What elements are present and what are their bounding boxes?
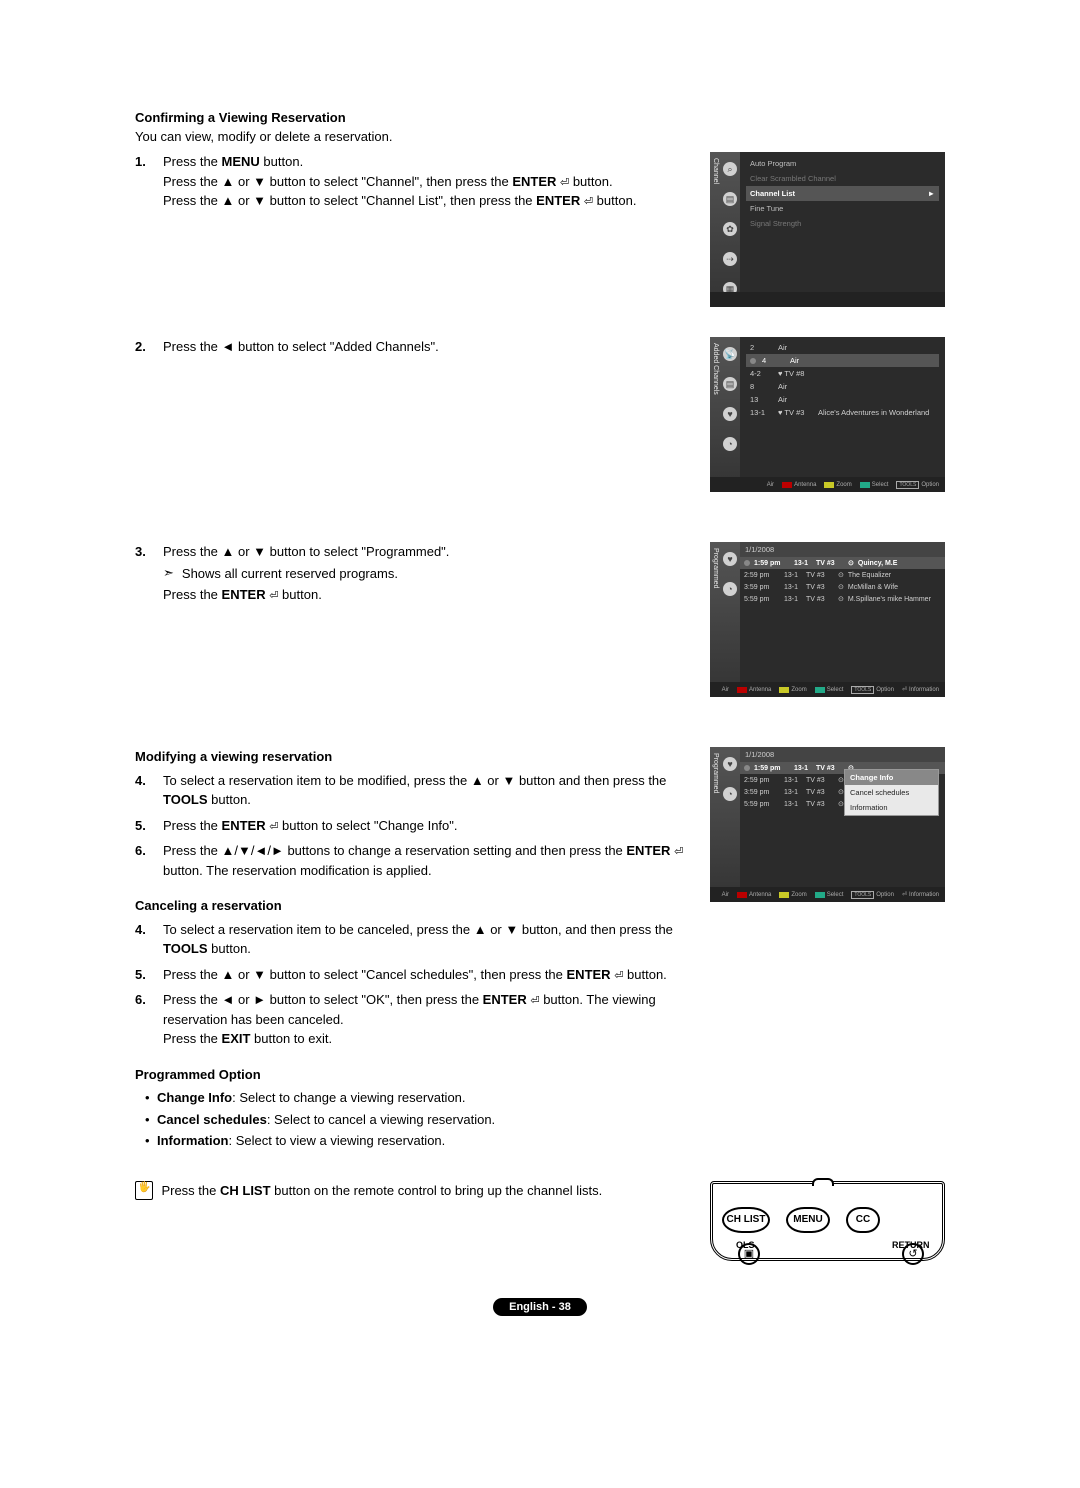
screenshot-2: Added Channels 📡 ▤ ♥ ◔ 2Air 4Air 4-2♥ TV… <box>710 337 945 512</box>
step1-text: 1. Press the MENU button. Press the ▲ or… <box>135 152 698 217</box>
antenna-icon: 📡 <box>723 347 737 361</box>
screenshot-4: Programmed ♥ ◔ 1/1/2008 1:59 pm13-1TV #3… <box>710 747 945 922</box>
remote-diagram: CH LIST MENU CC OLS RETURN ▣ ↺ <box>710 1181 945 1261</box>
step-num: 1. <box>135 152 153 211</box>
remote-menu-button[interactable]: MENU <box>786 1207 830 1233</box>
image-icon: ▤ <box>723 192 737 206</box>
section-heading: Confirming a Viewing Reservation <box>135 110 945 125</box>
plug-icon: ⇢ <box>723 252 737 266</box>
image-icon: ▤ <box>723 377 737 391</box>
tip-row: 🖐 Press the CH LIST button on the remote… <box>135 1181 945 1261</box>
enter-icon: ⏎ <box>530 995 539 1007</box>
enter-icon: ⏎ <box>584 196 593 208</box>
channel-selected[interactable]: 4Air <box>746 354 939 367</box>
context-menu[interactable]: Change Info Cancel schedules Information <box>844 769 939 816</box>
search-icon: ⌕ <box>723 162 737 176</box>
remote-cc-button[interactable]: CC <box>846 1207 880 1233</box>
remote-tools-icon[interactable]: ▣ <box>738 1243 760 1265</box>
enter-icon: ⏎ <box>674 846 683 858</box>
note-icon: ➣ <box>163 564 174 584</box>
heart-icon: ♥ <box>723 407 737 421</box>
gear-icon: ✿ <box>723 222 737 236</box>
page-footer: English - 38 <box>135 1297 945 1316</box>
row-modify: Modifying a viewing reservation 4.To sel… <box>135 747 945 1153</box>
enter-icon: ⏎ <box>560 177 569 189</box>
channel-list-selected[interactable]: Channel List► <box>746 186 939 201</box>
intro-text: You can view, modify or delete a reserva… <box>135 129 945 144</box>
manual-page: Confirming a Viewing Reservation You can… <box>0 0 1080 1366</box>
screenshot-1: Channel ⌕ ▤ ✿ ⇢ ▦ Auto Program Clear Scr… <box>710 152 945 327</box>
heart-icon: ♥ <box>723 757 737 771</box>
screenshot-3: Programmed ♥ ◔ 1/1/2008 1:59 pm13-1TV #3… <box>710 542 945 717</box>
step-body: Press the MENU button. Press the ▲ or ▼ … <box>163 152 698 211</box>
remote-button-icon: 🖐 <box>135 1181 153 1201</box>
clock-icon: ◔ <box>723 787 737 801</box>
row-step1: 1. Press the MENU button. Press the ▲ or… <box>135 152 945 327</box>
ctx-cancel[interactable]: Cancel schedules <box>845 785 938 800</box>
row-step2: 2. Press the ◄ button to select "Added C… <box>135 337 945 512</box>
ctx-change-info[interactable]: Change Info <box>845 770 938 785</box>
clock-icon: ◔ <box>723 437 737 451</box>
heart-icon: ♥ <box>723 552 737 566</box>
clock-icon: ◔ <box>723 582 737 596</box>
row-step3: 3. Press the ▲ or ▼ button to select "Pr… <box>135 542 945 717</box>
program-selected[interactable]: 1:59 pm13-1TV #3⊙Quincy, M.E <box>740 557 945 569</box>
ctx-information[interactable]: Information <box>845 800 938 815</box>
remote-chlist-button[interactable]: CH LIST <box>722 1207 770 1233</box>
remote-return-icon[interactable]: ↺ <box>902 1243 924 1265</box>
